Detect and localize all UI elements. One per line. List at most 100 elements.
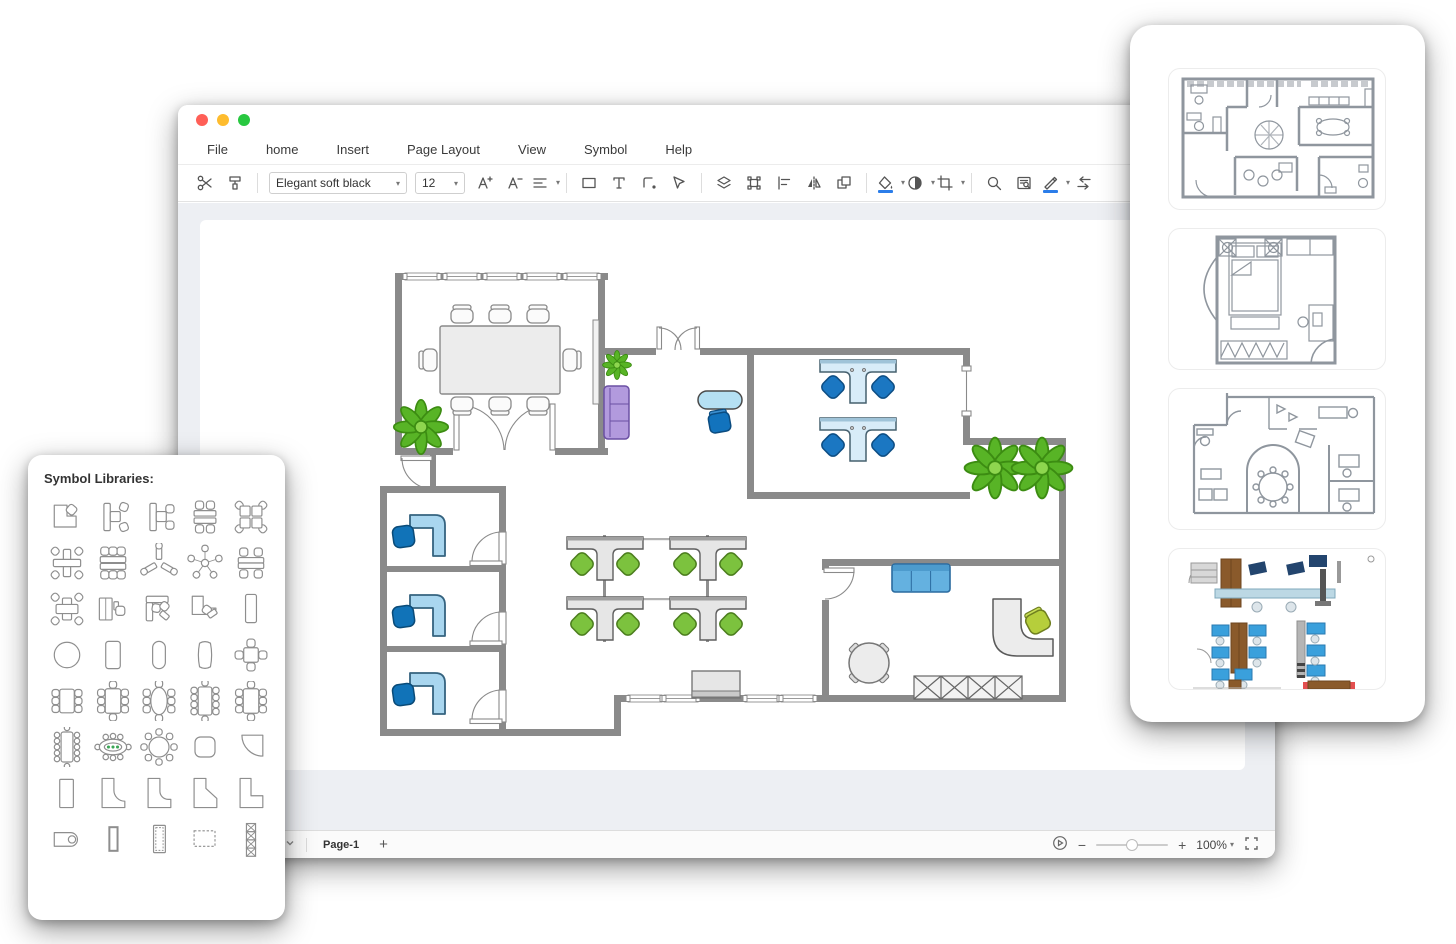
zoom-out-button[interactable]: − <box>1078 837 1086 853</box>
style-select[interactable]: Elegant soft black ▾ <box>269 172 407 194</box>
symbol-back-to-back-desks-6[interactable] <box>90 540 136 586</box>
symbol-double-desk-4-chairs[interactable] <box>182 494 228 540</box>
presentation-board[interactable] <box>592 319 600 405</box>
crossed-storage[interactable] <box>913 675 1023 700</box>
crop-icon[interactable]: ▾ <box>935 169 965 197</box>
menu-home[interactable]: home <box>247 142 318 157</box>
contrast-icon[interactable]: ▾ <box>905 169 935 197</box>
pointer-icon[interactable] <box>665 169 693 197</box>
menu-file[interactable]: File <box>188 142 247 157</box>
symbol-round-table[interactable] <box>44 632 90 678</box>
align-icon[interactable] <box>770 169 798 197</box>
arrange-icon[interactable] <box>830 169 858 197</box>
format-painter-icon[interactable] <box>221 169 249 197</box>
private-office-desks[interactable] <box>390 514 446 715</box>
symbol-oval-table[interactable] <box>182 632 228 678</box>
symbol-square-table-4[interactable] <box>228 632 274 678</box>
symbol-side-table[interactable] <box>228 586 274 632</box>
menu-help[interactable]: Help <box>646 142 711 157</box>
find-replace-icon[interactable] <box>1010 169 1038 197</box>
fill-color-icon[interactable]: ▾ <box>875 169 905 197</box>
symbol-double-desk-4[interactable] <box>228 540 274 586</box>
sofa-blue[interactable] <box>891 563 951 593</box>
symbol-crossed-shelving[interactable] <box>228 816 274 862</box>
symbol-l-counter-b[interactable] <box>228 770 274 816</box>
plant-large[interactable] <box>392 398 450 456</box>
symbol-quarter-round-table[interactable] <box>228 724 274 770</box>
office-floor-plan-thumbnail[interactable] <box>1168 388 1386 530</box>
fullscreen-icon[interactable] <box>1244 836 1259 854</box>
symbol-conference-table-green[interactable] <box>90 724 136 770</box>
symbol-rounded-table[interactable] <box>136 632 182 678</box>
line-color-icon[interactable]: ▾ <box>1040 169 1070 197</box>
symbol-desk-2-chairs[interactable] <box>136 586 182 632</box>
conference-table[interactable] <box>418 304 582 416</box>
search-icon[interactable] <box>980 169 1008 197</box>
sofa-purple[interactable] <box>603 385 630 440</box>
open-workspace-cubicles[interactable] <box>566 535 747 642</box>
minimize-window-icon[interactable] <box>217 114 229 126</box>
symbol-dashed-region[interactable] <box>182 816 228 862</box>
bedroom-floor-plan-thumbnail[interactable] <box>1168 228 1386 370</box>
symbol-table-10-seats[interactable] <box>182 678 228 724</box>
plant-small[interactable] <box>602 350 632 380</box>
symbol-table-8-seats[interactable] <box>90 678 136 724</box>
zoom-caret-icon[interactable]: ▾ <box>1230 840 1234 849</box>
group-icon[interactable] <box>740 169 768 197</box>
symbol-corner-workstation[interactable] <box>44 494 90 540</box>
symbol-round-table-8-seats[interactable] <box>136 724 182 770</box>
symbol-counter-block[interactable] <box>44 770 90 816</box>
swap-arrows-icon[interactable] <box>1070 169 1098 197</box>
symbol-oval-table-8-seats[interactable] <box>136 678 182 724</box>
symbol-table-6-seats[interactable] <box>44 678 90 724</box>
symbol-l-counter[interactable] <box>136 770 182 816</box>
cut-icon[interactable] <box>191 169 219 197</box>
symbol-keyhole-desk[interactable] <box>44 816 90 862</box>
symbol-y-cluster-3[interactable] <box>136 540 182 586</box>
font-size-select[interactable]: 12 ▾ <box>415 172 465 194</box>
page-tab[interactable]: Page-1 <box>317 839 365 851</box>
menu-page-layout[interactable]: Page Layout <box>388 142 499 157</box>
font-decrease-icon[interactable] <box>500 169 528 197</box>
symbol-pinwheel-cluster-4[interactable] <box>228 494 274 540</box>
oval-side-table[interactable] <box>697 390 743 410</box>
symbol-star-cluster-5[interactable] <box>182 540 228 586</box>
zoom-in-button[interactable]: + <box>1178 837 1186 853</box>
menu-symbol[interactable]: Symbol <box>565 142 646 157</box>
symbol-t-workstation-right[interactable] <box>90 494 136 540</box>
floor-plan-page[interactable] <box>200 220 1245 770</box>
add-page-button[interactable]: + <box>365 836 402 853</box>
page-list-chevron-icon[interactable] <box>284 837 296 852</box>
symbol-t-workstation[interactable] <box>136 494 182 540</box>
presentation-play-icon[interactable] <box>1052 835 1068 854</box>
symbol-rect-table[interactable] <box>90 632 136 678</box>
zoom-slider[interactable] <box>1096 838 1169 851</box>
text-tool-icon[interactable] <box>605 169 633 197</box>
symbol-rounded-square-table[interactable] <box>182 724 228 770</box>
house-floor-plan-thumbnail[interactable] <box>1168 68 1386 210</box>
connector-icon[interactable] <box>635 169 663 197</box>
lounge-chair[interactable] <box>707 408 732 434</box>
close-window-icon[interactable] <box>196 114 208 126</box>
menu-view[interactable]: View <box>499 142 565 157</box>
shape-rect-icon[interactable] <box>575 169 603 197</box>
symbol-cross-table-4[interactable] <box>44 586 90 632</box>
symbol-l-workstation[interactable] <box>182 586 228 632</box>
layers-icon[interactable] <box>710 169 738 197</box>
symbol-table-12-seats[interactable] <box>44 724 90 770</box>
symbol-cabinet-workstation[interactable] <box>90 586 136 632</box>
symbol-table-8-seats-b[interactable] <box>228 678 274 724</box>
zoom-window-icon[interactable] <box>238 114 250 126</box>
drawing-canvas[interactable] <box>178 203 1275 830</box>
symbol-cross-cluster-4[interactable] <box>44 540 90 586</box>
zoom-slider-thumb[interactable] <box>1126 838 1139 851</box>
text-align-icon[interactable]: ▾ <box>530 169 560 197</box>
mirror-icon[interactable] <box>800 169 828 197</box>
symbol-shelving-unit[interactable] <box>136 816 182 862</box>
team-desk-1[interactable] <box>818 359 898 404</box>
colored-office-layout-thumbnail[interactable] <box>1168 548 1386 690</box>
plant-right-2[interactable] <box>1010 436 1074 500</box>
team-desk-2[interactable] <box>818 417 898 462</box>
menu-insert[interactable]: Insert <box>317 142 388 157</box>
round-table[interactable] <box>848 642 890 684</box>
